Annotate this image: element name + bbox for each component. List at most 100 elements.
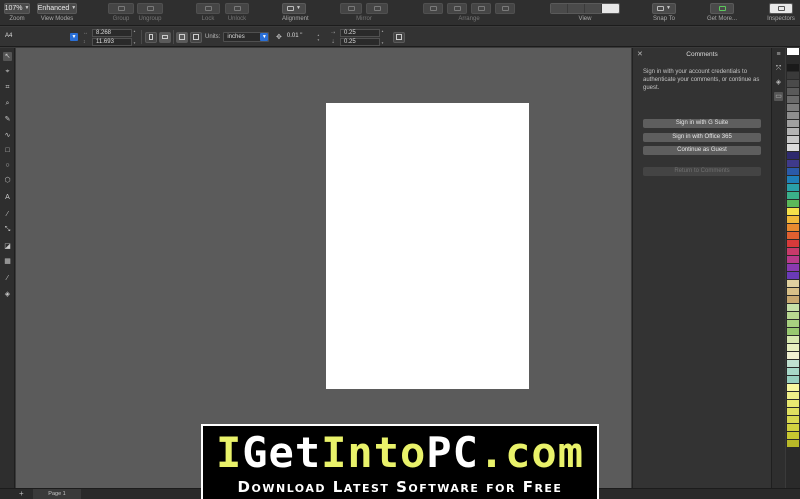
color-swatch[interactable] [787,384,799,391]
color-swatch[interactable] [787,248,799,255]
portrait-button[interactable] [145,31,157,43]
color-swatch[interactable] [787,128,799,135]
color-swatch[interactable] [787,200,799,207]
color-swatch[interactable] [787,296,799,303]
mirror-vertical-button[interactable] [366,3,388,14]
artistic-media-icon[interactable]: ∿ [3,131,12,140]
color-swatch[interactable] [787,80,799,87]
comments-icon[interactable]: ▭ [774,92,783,101]
add-page-icon[interactable]: + [19,489,24,499]
drawing-canvas[interactable] [16,48,631,488]
freehand-tool-icon[interactable]: ✎ [3,115,12,124]
color-swatch[interactable] [787,432,799,439]
color-swatch[interactable] [787,112,799,119]
interactive-fill-icon[interactable]: ◈ [3,290,12,299]
color-swatch[interactable] [787,224,799,231]
view-option-3[interactable] [585,4,602,13]
polygon-tool-icon[interactable]: ⬡ [3,176,12,185]
color-swatch[interactable] [787,368,799,375]
mirror-horizontal-button[interactable] [340,3,362,14]
color-swatch[interactable] [787,160,799,167]
transparency-icon[interactable]: ▦ [3,257,12,266]
page-artboard[interactable] [326,103,529,389]
all-pages-button[interactable] [176,31,188,43]
to-back-button[interactable] [423,3,443,14]
color-swatch[interactable] [787,320,799,327]
color-swatch[interactable] [787,408,799,415]
page-tab[interactable]: Page 1 [33,489,81,499]
color-swatch[interactable] [787,136,799,143]
rectangle-tool-icon[interactable]: □ [3,146,12,155]
page-frame-button[interactable] [393,31,405,43]
color-swatch[interactable] [787,280,799,287]
lock-button[interactable] [196,3,220,14]
color-swatch[interactable] [787,168,799,175]
duplicate-y-field[interactable]: 0.25 [340,37,380,46]
color-swatch[interactable] [787,56,799,63]
backward-button[interactable] [447,3,467,14]
color-swatch[interactable] [787,312,799,319]
color-swatch[interactable] [787,344,799,351]
page-height-field[interactable]: 11.693 [92,37,132,46]
dimension-spinner[interactable]: ▲ ▼ [133,29,137,45]
view-option-1[interactable] [551,4,568,13]
units-dropdown[interactable]: inches ▼ [223,32,270,42]
color-swatch[interactable] [787,256,799,263]
color-swatch[interactable] [787,184,799,191]
color-swatch[interactable] [787,400,799,407]
color-swatch[interactable] [787,336,799,343]
color-swatch[interactable] [787,152,799,159]
continue-as-guest-button[interactable]: Continue as Guest [643,146,761,155]
color-swatch[interactable] [787,288,799,295]
color-swatch[interactable] [787,144,799,151]
color-swatch[interactable] [787,192,799,199]
color-swatch[interactable] [787,216,799,223]
group-button[interactable] [108,3,134,14]
color-swatch[interactable] [787,240,799,247]
properties-icon[interactable]: ≡ [774,50,783,59]
color-swatch[interactable] [787,88,799,95]
color-swatch[interactable] [787,424,799,431]
color-swatch[interactable] [787,352,799,359]
color-swatch[interactable] [787,72,799,79]
current-page-button[interactable] [190,31,202,43]
landscape-button[interactable] [159,31,171,43]
color-swatch[interactable] [787,104,799,111]
snap-to-dropdown[interactable]: ▼ [652,3,676,14]
page-width-field[interactable]: 8.268 [92,28,132,37]
objects-icon[interactable]: ◈ [774,78,783,87]
view-modes-dropdown[interactable]: Enhanced ▼ [37,3,77,14]
color-swatch[interactable] [787,232,799,239]
drop-shadow-icon[interactable]: ◪ [3,242,12,251]
sign-in-office365-button[interactable]: Sign in with Office 365 [643,133,761,142]
nudge-spinner[interactable]: ▲ ▼ [317,33,321,42]
color-swatch[interactable] [787,208,799,215]
get-more-button[interactable] [710,3,734,14]
page-size-dropdown-icon[interactable]: ▼ [70,33,78,41]
color-swatch[interactable] [787,272,799,279]
zoom-dropdown[interactable]: 107% ▼ [4,3,30,14]
color-swatch[interactable] [787,96,799,103]
return-to-comments-button[interactable]: Return to Comments [643,167,761,176]
pick-tool-icon[interactable]: ↖ [3,52,12,61]
forward-button[interactable] [471,3,491,14]
connector-tool-icon[interactable]: ⤡ [3,225,12,234]
color-swatch[interactable] [787,304,799,311]
nudge-field[interactable]: 0.01 " [284,33,314,42]
alignment-dropdown[interactable]: ▼ [282,3,306,14]
shape-tool-icon[interactable]: ⌖ [3,67,12,76]
color-swatch[interactable] [787,416,799,423]
page-size-field[interactable]: A4 [2,33,70,42]
color-swatch[interactable] [787,392,799,399]
view-option-4[interactable] [602,4,619,13]
color-swatch[interactable] [787,264,799,271]
to-front-button[interactable] [495,3,515,14]
duplicate-x-field[interactable]: 0.25 [340,28,380,37]
crop-tool-icon[interactable]: ⌗ [3,83,12,92]
color-swatch[interactable] [787,120,799,127]
color-swatch[interactable] [787,48,799,55]
color-swatch[interactable] [787,328,799,335]
color-swatch[interactable] [787,360,799,367]
color-swatch[interactable] [787,376,799,383]
color-swatch[interactable] [787,64,799,71]
